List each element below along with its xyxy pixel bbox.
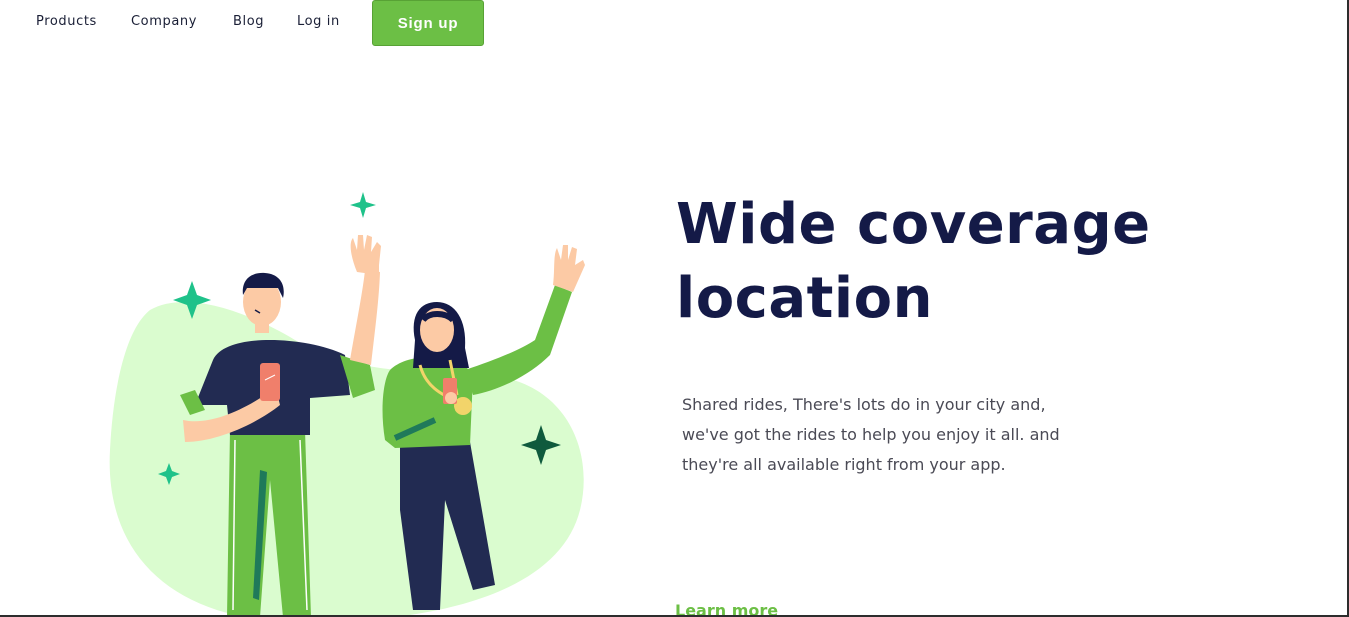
sparkle-icon (350, 192, 376, 218)
nav-link-company[interactable]: Company (131, 14, 197, 29)
headline-line-1: Wide coverage (676, 192, 1151, 257)
headline-line-2: location (676, 266, 933, 331)
page: Products Company Blog Log in Sign up Wid… (0, 0, 1349, 617)
description-line-3: they're all available right from your ap… (682, 455, 1006, 474)
hero-description: Shared rides, There's lots do in your ci… (682, 390, 1102, 480)
description-line-1: Shared rides, There's lots do in your ci… (682, 395, 1046, 414)
hero-headline: Wide coverage location (676, 188, 1196, 336)
blob-shape (109, 302, 584, 615)
description-line-2: we've got the rides to help you enjoy it… (682, 425, 1060, 444)
top-nav: Products Company Blog Log in Sign up (0, 0, 1347, 46)
nav-link-blog[interactable]: Blog (233, 14, 264, 29)
signup-button[interactable]: Sign up (372, 0, 484, 46)
nav-link-products[interactable]: Products (36, 14, 97, 29)
hero-illustration (95, 180, 605, 615)
nav-link-login[interactable]: Log in (297, 14, 340, 29)
learn-more-link[interactable]: Learn more (675, 601, 778, 615)
